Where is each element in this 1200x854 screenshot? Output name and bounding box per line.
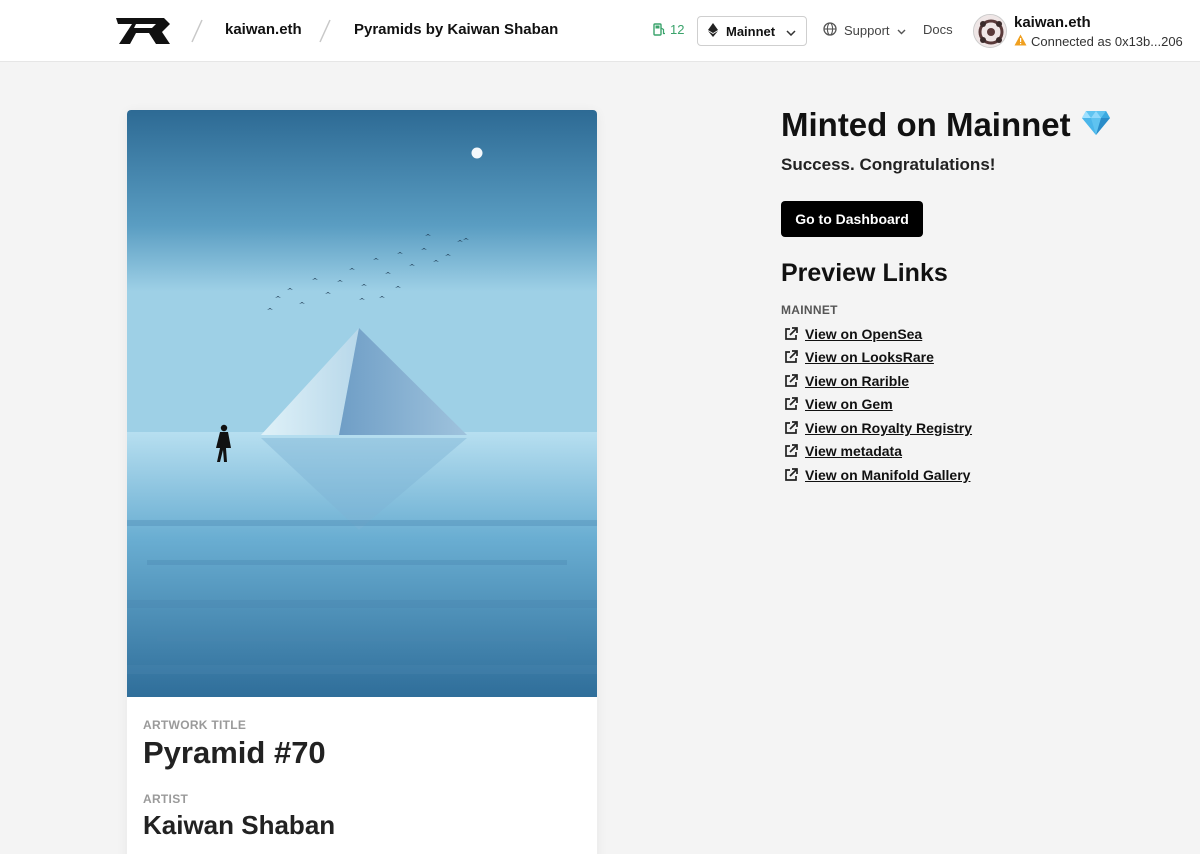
user-name: kaiwan.eth [1014,14,1091,31]
support-label: Support [844,23,890,38]
external-link-icon [783,326,799,342]
artwork-title-label: ARTWORK TITLE [143,718,247,732]
link-royalty-registry[interactable]: View on Royalty Registry [783,416,972,440]
external-link-icon [783,396,799,412]
link-label[interactable]: View on Gem [805,396,893,412]
network-select[interactable]: Mainnet [697,16,807,46]
go-to-dashboard-button[interactable]: Go to Dashboard [781,201,923,237]
external-link-icon [783,420,799,436]
manifold-logo-icon[interactable] [116,16,172,46]
breadcrumb-collection[interactable]: Pyramids by Kaiwan Shaban [354,21,558,38]
link-label[interactable]: View on LooksRare [805,349,934,365]
artwork-card: ARTWORK TITLE Pyramid #70 ARTIST Kaiwan … [127,110,597,854]
link-label[interactable]: View metadata [805,443,902,459]
link-gem[interactable]: View on Gem [783,393,972,417]
link-looksrare[interactable]: View on LooksRare [783,346,972,370]
user-avatar[interactable] [973,14,1007,48]
link-label[interactable]: View on Manifold Gallery [805,467,970,483]
gem-icon [1081,106,1111,144]
artist-name: Kaiwan Shaban [143,810,336,840]
warning-icon [1014,34,1027,49]
preview-links-heading: Preview Links [781,259,948,287]
success-message: Success. Congratulations! [781,155,996,174]
breadcrumb-user[interactable]: kaiwan.eth [225,21,302,38]
docs-link[interactable]: Docs [923,22,953,37]
preview-links-list: View on OpenSea View on LooksRare View o… [783,322,972,487]
support-menu[interactable]: Support [823,22,906,39]
network-label: Mainnet [726,23,776,39]
external-link-icon [783,443,799,459]
breadcrumb-separator-icon [190,19,204,43]
artwork-image [127,110,597,697]
external-link-icon [783,467,799,483]
link-label[interactable]: View on Rarible [805,373,909,389]
artist-label: ARTIST [143,792,189,806]
breadcrumb-separator-icon [318,19,332,43]
link-opensea[interactable]: View on OpenSea [783,322,972,346]
link-label[interactable]: View on OpenSea [805,326,922,342]
mint-success-heading: Minted on Mainnet [781,106,1111,144]
link-label[interactable]: View on Royalty Registry [805,420,972,436]
ethereum-icon [708,22,718,40]
link-rarible[interactable]: View on Rarible [783,369,972,393]
gas-price-value: 12 [670,22,685,37]
link-metadata[interactable]: View metadata [783,440,972,464]
gas-pump-icon [653,23,666,36]
chevron-down-icon [897,23,906,38]
gas-price-indicator: 12 [653,22,684,37]
link-manifold-gallery[interactable]: View on Manifold Gallery [783,463,972,487]
connection-status: Connected as 0x13b...206 [1014,34,1183,49]
heading-text: Minted on Mainnet [781,106,1071,143]
external-link-icon [783,373,799,389]
preview-network-label: MAINNET [781,303,838,317]
connected-address: Connected as 0x13b...206 [1031,34,1183,49]
globe-icon [823,22,837,39]
external-link-icon [783,349,799,365]
top-navigation-bar: kaiwan.eth Pyramids by Kaiwan Shaban 12 … [0,0,1200,62]
chevron-down-icon [786,24,796,39]
artwork-title: Pyramid #70 [143,735,326,770]
